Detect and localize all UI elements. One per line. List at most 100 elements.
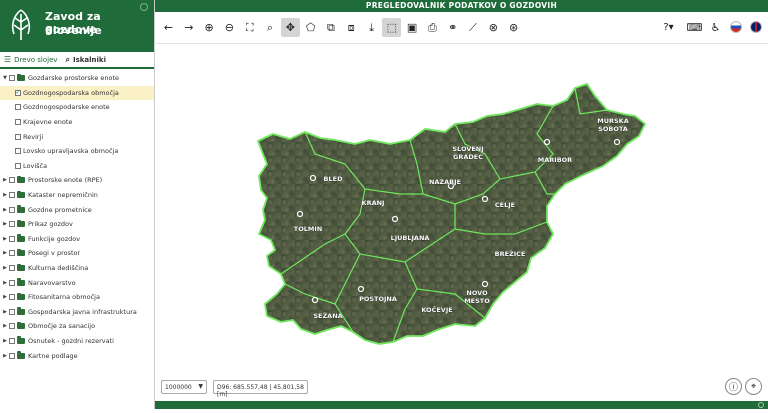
layer-row[interactable]: Gozdnogospodarske enote xyxy=(0,100,154,115)
tab-label: Drevo slojev xyxy=(14,55,58,64)
layer-row[interactable]: Lovišča xyxy=(0,159,154,174)
pan-icon: ✥ xyxy=(285,21,295,34)
layer-checkbox[interactable] xyxy=(9,279,15,286)
layer-checkbox[interactable] xyxy=(9,337,15,344)
back-arrow-button[interactable]: ← xyxy=(159,18,178,37)
forward-arrow-button[interactable]: → xyxy=(179,18,198,37)
expanded-arrow-icon[interactable]: ▼ xyxy=(2,75,8,81)
layer-checkbox[interactable] xyxy=(9,250,15,257)
collapsed-arrow-icon[interactable]: ▶ xyxy=(2,323,8,329)
layer-checkbox[interactable] xyxy=(15,162,21,169)
collapsed-arrow-icon[interactable]: ▶ xyxy=(2,177,8,183)
layer-checkbox[interactable] xyxy=(9,352,15,359)
layer-checkbox[interactable] xyxy=(9,75,15,82)
layer-group-row[interactable]: ▶ Gozdne prometnice xyxy=(0,202,154,217)
collapsed-arrow-icon[interactable]: ▶ xyxy=(2,250,8,256)
brand-name-line2: Slovenije xyxy=(45,24,102,37)
layer-group-row[interactable]: ▶ Kartne podlage xyxy=(0,348,154,363)
scale-select[interactable]: 1000000 ▼ xyxy=(161,380,207,394)
collapsed-arrow-icon[interactable]: ▶ xyxy=(2,265,8,271)
layer-group-row[interactable]: ▶ Funkcije gozdov xyxy=(0,232,154,247)
slovenia-outline xyxy=(256,82,647,345)
collapse-sidebar-button[interactable] xyxy=(140,3,148,11)
layer-checkbox[interactable] xyxy=(9,323,15,330)
layer-checkbox[interactable] xyxy=(15,119,21,126)
layer-group-row[interactable]: ▶ Območje za sanacijo xyxy=(0,319,154,334)
print-button[interactable]: ⎙ xyxy=(423,18,442,37)
layer-group-row[interactable]: ▶ Prostorske enote (RPE) xyxy=(0,173,154,188)
english-flag-icon[interactable] xyxy=(750,21,762,33)
layers-stack-button[interactable]: ⧉ xyxy=(321,18,340,37)
layer-row[interactable]: Lovsko upravljavska območja xyxy=(0,144,154,159)
world-map-button[interactable]: ⊛ xyxy=(504,18,523,37)
collapsed-arrow-icon[interactable]: ▶ xyxy=(2,294,8,300)
marker-brezice[interactable] xyxy=(533,260,541,268)
collapsed-arrow-icon[interactable]: ▶ xyxy=(2,236,8,242)
collapsed-arrow-icon[interactable]: ▶ xyxy=(2,221,8,227)
layer-checkbox[interactable] xyxy=(15,104,21,111)
measure-button[interactable]: ⟋ xyxy=(464,18,483,37)
collapsed-arrow-icon[interactable]: ▶ xyxy=(2,309,8,315)
layer-group-row[interactable]: ▶ Kulturna dediščina xyxy=(0,261,154,276)
layer-group-row[interactable]: ▶ Osnutek - gozdni rezervati xyxy=(0,334,154,349)
label-murska: MURSKA xyxy=(597,117,629,125)
layer-label: Prostorske enote (RPE) xyxy=(28,176,103,185)
layer-checkbox[interactable] xyxy=(15,148,21,155)
layer-label: Krajevne enote xyxy=(23,118,73,127)
collapsed-arrow-icon[interactable]: ▶ xyxy=(2,280,8,286)
link-button[interactable]: ⚭ xyxy=(443,18,462,37)
slovenian-flag-icon[interactable] xyxy=(730,21,742,33)
layer-checkbox[interactable] xyxy=(15,133,21,140)
locate-button[interactable]: ⌖ xyxy=(745,378,762,395)
layer-checkbox[interactable]: ✓ xyxy=(15,89,21,96)
download-button[interactable]: ⤓ xyxy=(362,18,381,37)
layer-group-row[interactable]: ▶ Posegi v prostor xyxy=(0,246,154,261)
layer-checkbox[interactable] xyxy=(9,221,15,228)
layer-checkbox[interactable] xyxy=(9,308,15,315)
tab-search[interactable]: ⌕ Iskalniki xyxy=(62,52,110,67)
layer-group-row[interactable]: ▶ Naravovarstvo xyxy=(0,275,154,290)
keyboard-button[interactable]: ⌨ xyxy=(685,18,704,37)
layer-checkbox[interactable] xyxy=(9,265,15,272)
info-button[interactable]: ⓘ xyxy=(725,378,742,395)
layer-row[interactable]: ✓ Gozdnogospodarska območja xyxy=(0,85,154,101)
layer-row[interactable]: Krajevne enote xyxy=(0,115,154,130)
layers-edit-button[interactable]: ⧈ xyxy=(342,18,361,37)
pan-button[interactable]: ✥ xyxy=(280,18,300,37)
tab-layer-tree[interactable]: ☰ Drevo slojev xyxy=(0,52,62,69)
zoom-out-button[interactable]: ⊖ xyxy=(220,18,239,37)
box-select-button[interactable]: ⬚ xyxy=(382,18,402,37)
layer-row[interactable]: Revirji xyxy=(0,129,154,144)
layer-group-row[interactable]: ▶ Kataster nepremičnin xyxy=(0,188,154,203)
layer-checkbox[interactable] xyxy=(9,235,15,242)
label-tolmin: TOLMIN xyxy=(294,225,322,233)
collapsed-arrow-icon[interactable]: ▶ xyxy=(2,338,8,344)
layer-checkbox[interactable] xyxy=(9,177,15,184)
full-extent-button[interactable]: ⛶ xyxy=(240,18,259,37)
slovenia-map[interactable]: BLED KRANJ TOLMIN LJUBLJANA NAZARJE SLOV… xyxy=(155,44,768,409)
label-bled: BLED xyxy=(324,175,344,183)
collapsed-arrow-icon[interactable]: ▶ xyxy=(2,207,8,213)
footer-toggle-button[interactable] xyxy=(758,402,764,408)
map-canvas[interactable]: BLED KRANJ TOLMIN LJUBLJANA NAZARJE SLOV… xyxy=(155,44,768,409)
layer-label: Lovsko upravljavska območja xyxy=(23,147,119,156)
accessibility-button[interactable]: ♿ xyxy=(706,18,725,37)
zoom-in-button[interactable]: ⊕ xyxy=(200,18,219,37)
label-ljubljana: LJUBLJANA xyxy=(391,234,430,242)
layer-label: Območje za sanacijo xyxy=(28,322,96,331)
layer-checkbox[interactable] xyxy=(9,206,15,213)
layer-group-row[interactable]: ▶ Prikaz gozdov xyxy=(0,217,154,232)
zoom-to-box-button[interactable]: ⌕ xyxy=(261,18,280,37)
collapsed-arrow-icon[interactable]: ▶ xyxy=(2,192,8,198)
layer-label: Revirji xyxy=(23,132,44,141)
screen-capture-button[interactable]: ▣ xyxy=(403,18,422,37)
layer-group-row[interactable]: ▶ Gospodarska javna infrastruktura xyxy=(0,305,154,320)
help-button[interactable]: ?▾ xyxy=(659,18,678,37)
layer-checkbox[interactable] xyxy=(9,192,15,199)
layer-checkbox[interactable] xyxy=(9,294,15,301)
select-polygon-button[interactable]: ⬠ xyxy=(301,18,320,37)
globe-button[interactable]: ⊗ xyxy=(484,18,503,37)
layer-group-row[interactable]: ▼ Gozdarske prostorske enote xyxy=(0,71,154,86)
collapsed-arrow-icon[interactable]: ▶ xyxy=(2,353,8,359)
layer-group-row[interactable]: ▶ Fitosanitarna območja xyxy=(0,290,154,305)
